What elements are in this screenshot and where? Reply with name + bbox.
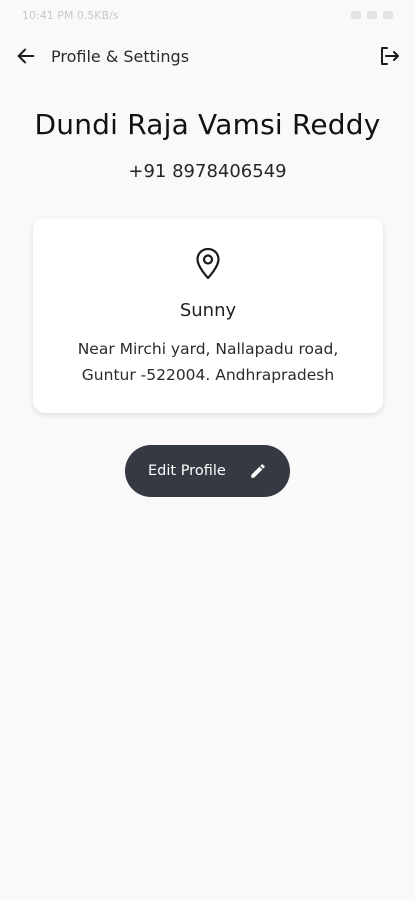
profile-phone: +91 8978406549 (128, 161, 287, 182)
app-bar: Profile & Settings (0, 36, 415, 76)
status-bar: 10:41 PM 0.5KB/s (0, 0, 415, 30)
arrow-left-icon[interactable] (14, 44, 38, 68)
edit-profile-button[interactable]: Edit Profile (125, 445, 290, 497)
status-icons (351, 11, 393, 19)
address-name: Sunny (179, 300, 237, 321)
pencil-icon (249, 462, 267, 480)
profile-name: Dundi Raja Vamsi Reddy (34, 108, 381, 141)
battery-icon (383, 11, 393, 19)
location-pin-icon (192, 246, 224, 282)
address-line-2: Guntur -522004. Andhrapradesh (81, 366, 335, 384)
address-line-1: Near Mirchi yard, Nallapadu road, (77, 340, 339, 358)
page-title: Profile & Settings (51, 46, 190, 66)
wifi-icon (367, 11, 377, 19)
status-time: 10:41 PM 0.5KB/s (22, 8, 119, 22)
logout-icon[interactable] (377, 44, 401, 68)
edit-profile-label: Edit Profile (148, 463, 226, 479)
address-card: Sunny Near Mirchi yard, Nallapadu road, … (33, 218, 383, 413)
signal-icon (351, 11, 361, 19)
address-text: Near Mirchi yard, Nallapadu road, Guntur… (53, 336, 363, 388)
